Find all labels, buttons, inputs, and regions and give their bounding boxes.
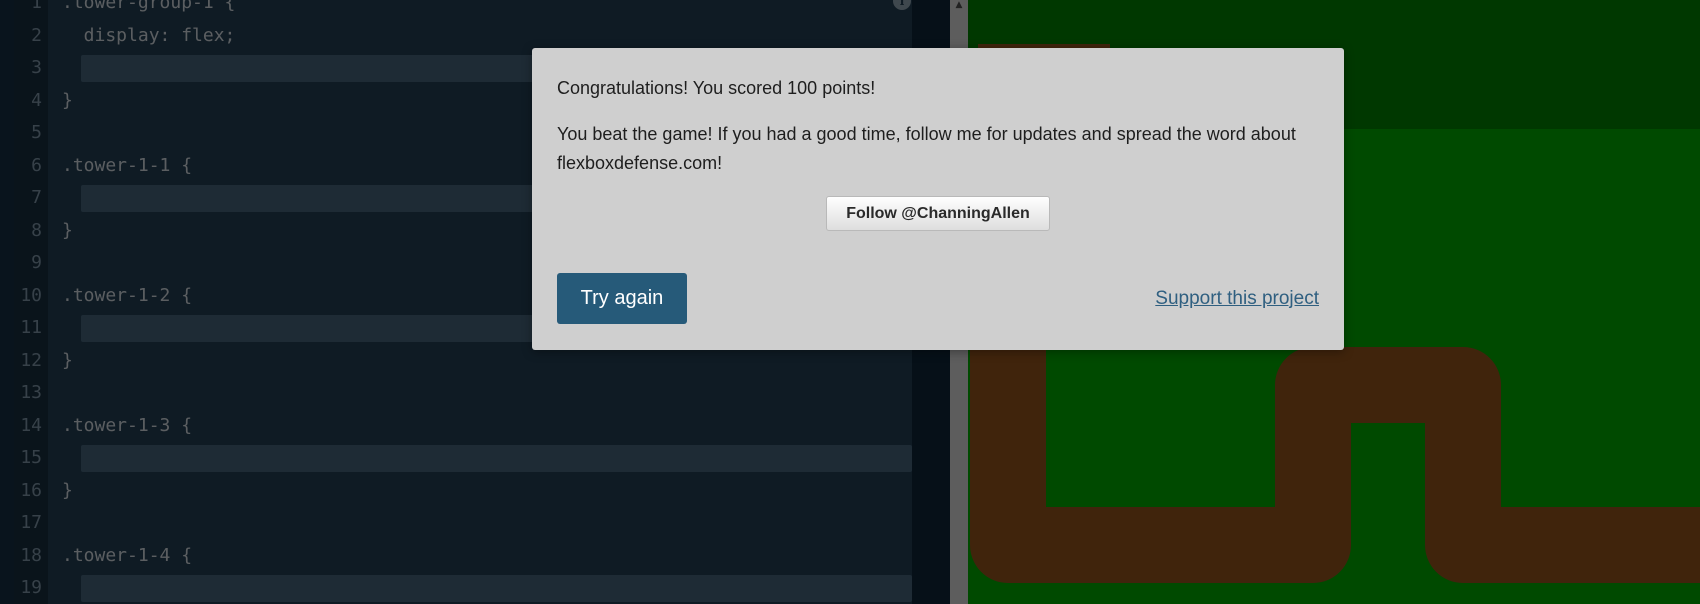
score-message: Congratulations! You scored 100 points! bbox=[557, 78, 876, 98]
follow-button[interactable]: Follow @ChanningAllen bbox=[826, 196, 1050, 231]
game-over-modal: Congratulations! You scored 100 points! … bbox=[532, 48, 1344, 350]
win-message: You beat the game! If you had a good tim… bbox=[557, 124, 1296, 173]
try-again-button[interactable]: Try again bbox=[557, 273, 687, 324]
support-project-link[interactable]: Support this project bbox=[1155, 287, 1319, 311]
